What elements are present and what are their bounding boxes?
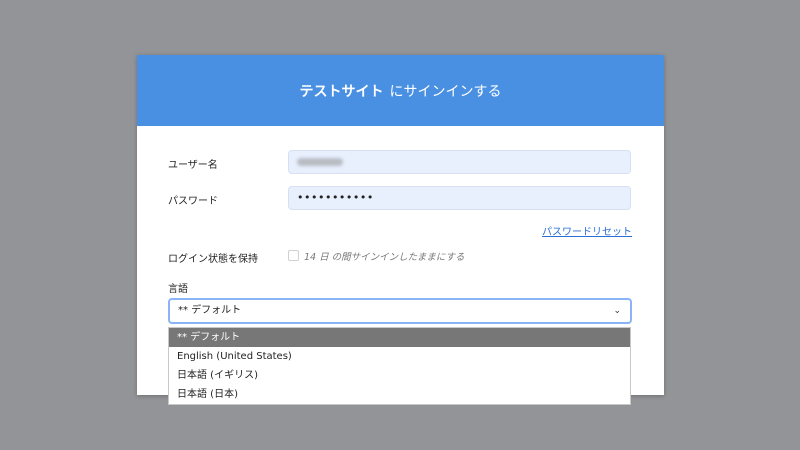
- language-select[interactable]: ** デフォルト ⌄: [168, 298, 632, 324]
- language-dropdown-list: ** デフォルト English (United States) 日本語 (イギ…: [168, 327, 631, 405]
- username-value: [297, 158, 343, 166]
- site-name: テストサイト: [299, 83, 384, 100]
- remember-label: ログイン状態を保持: [168, 254, 258, 265]
- chevron-down-icon: ⌄: [613, 306, 621, 316]
- language-option[interactable]: ** デフォルト: [169, 328, 630, 347]
- password-reset-link[interactable]: パスワードリセット: [542, 223, 632, 238]
- language-selected-value: ** デフォルト: [178, 305, 242, 316]
- header-title: にサインインする: [389, 83, 502, 100]
- login-header: テストサイト にサインインする: [137, 55, 664, 126]
- language-option[interactable]: 日本語 (日本): [169, 385, 630, 404]
- language-label: 言語: [168, 284, 188, 295]
- language-option[interactable]: 日本語 (イギリス): [169, 366, 630, 385]
- username-label: ユーザー名: [168, 160, 218, 171]
- language-option[interactable]: English (United States): [169, 347, 630, 366]
- username-input[interactable]: [288, 150, 631, 174]
- remember-text: 14 日 の間サインインしたままにする: [304, 252, 465, 263]
- remember-checkbox[interactable]: [288, 250, 299, 261]
- password-input[interactable]: •••••••••••: [288, 186, 631, 210]
- password-label: パスワード: [168, 196, 218, 207]
